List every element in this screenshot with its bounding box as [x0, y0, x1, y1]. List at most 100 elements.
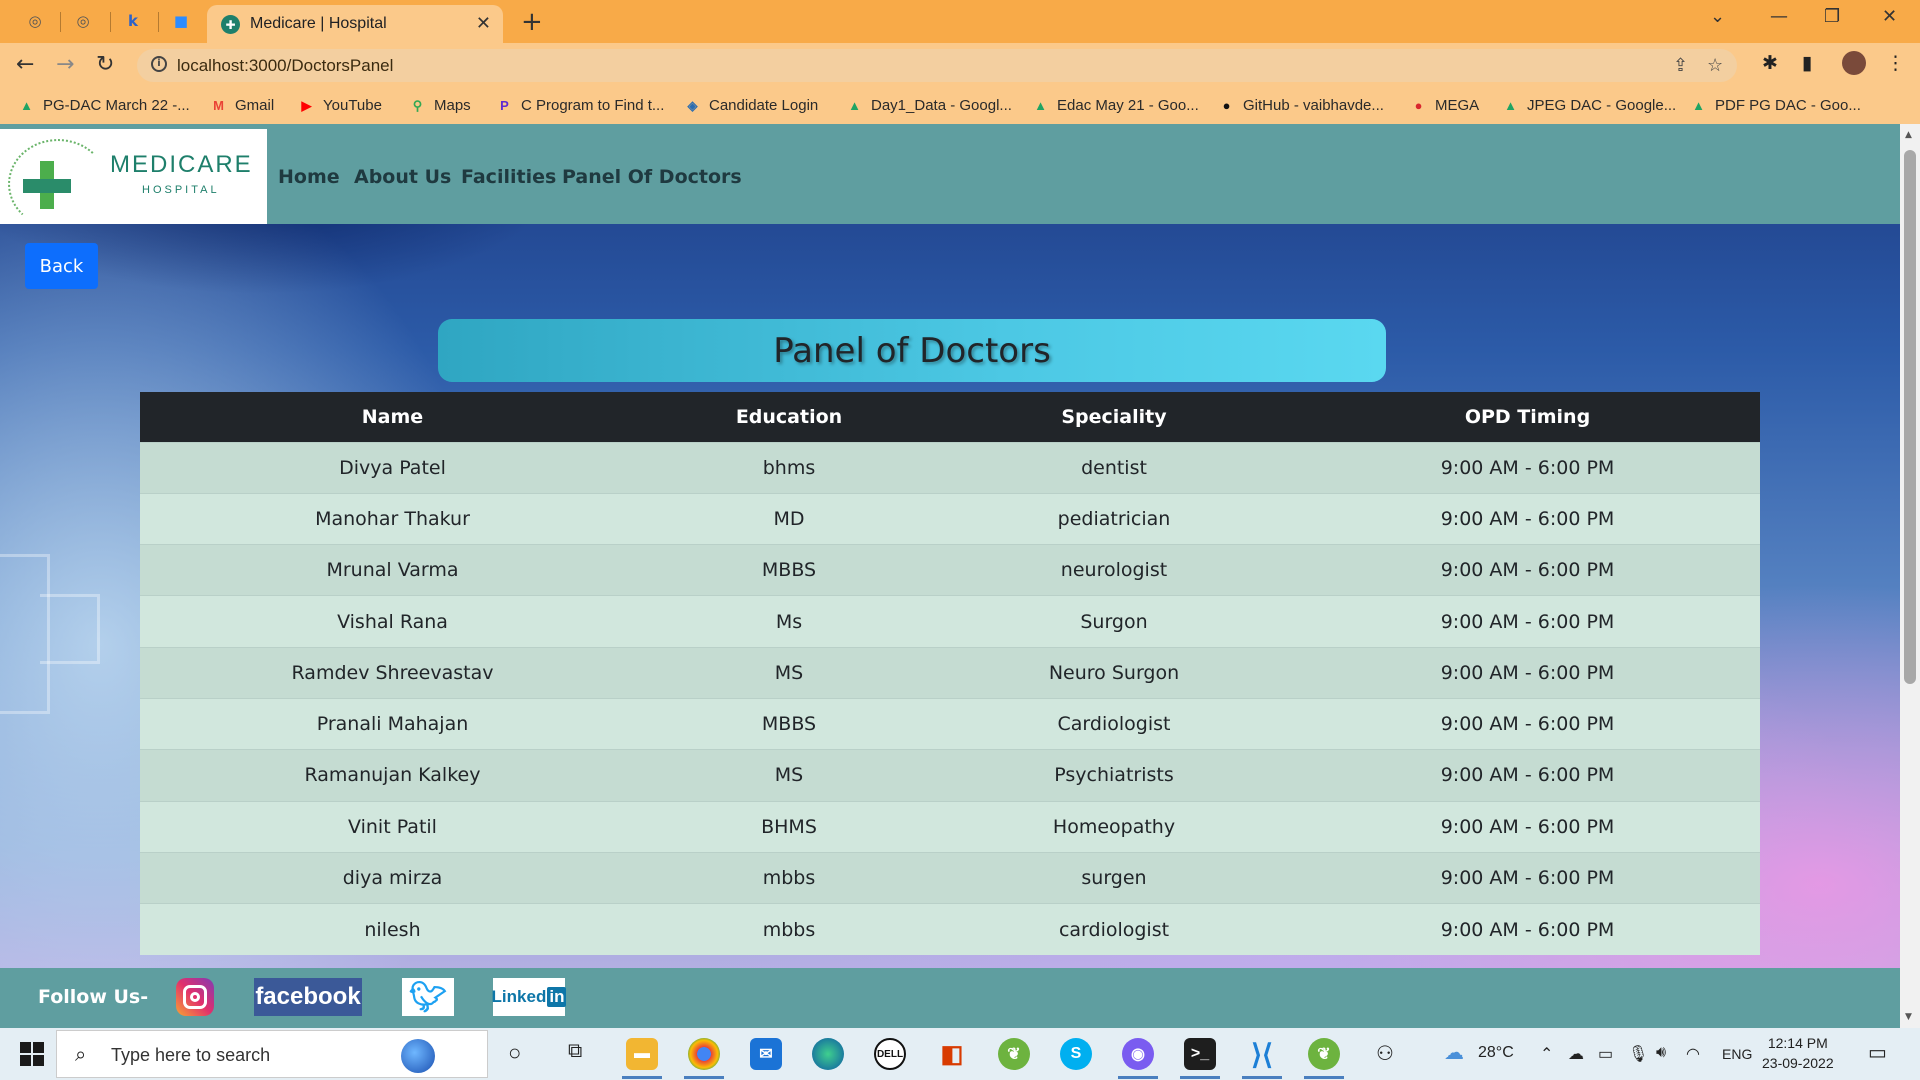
bookmark-item[interactable]: M Gmail	[210, 97, 274, 114]
table-row: Vishal Rana Ms Surgon 9:00 AM - 6:00 PM	[140, 595, 1760, 648]
notifications-icon[interactable]: ▭	[1868, 1040, 1887, 1065]
profile-avatar[interactable]	[1842, 51, 1866, 75]
cell-name: Vinit Patil	[140, 800, 645, 853]
bookmark-item[interactable]: ▲ Day1_Data - Googl...	[846, 97, 1012, 114]
browser-menu-icon[interactable]: ⋮	[1886, 52, 1905, 74]
spring-boot-icon[interactable]: ❦	[1308, 1038, 1340, 1070]
close-tab-icon[interactable]: ✕	[476, 13, 491, 34]
task-view-icon[interactable]: ⧉	[568, 1040, 582, 1063]
minimize-icon[interactable]: —	[1770, 6, 1788, 27]
dell-icon[interactable]: DELL	[874, 1038, 906, 1070]
windows-start-icon[interactable]	[20, 1042, 44, 1066]
office-icon[interactable]: ◧	[936, 1038, 968, 1070]
edge-icon[interactable]	[812, 1038, 844, 1070]
microphone-icon[interactable]: 🎙︎	[1628, 1044, 1648, 1064]
youtube-icon: ▶	[301, 98, 312, 113]
page-title-banner: Panel of Doctors	[438, 319, 1386, 382]
system-clock[interactable]: 12:14 PM 23-09-2022	[1762, 1033, 1834, 1073]
restore-icon[interactable]: ❐	[1824, 6, 1840, 27]
reload-icon[interactable]: ↻	[96, 52, 114, 77]
bookmark-item[interactable]: ▶ YouTube	[298, 97, 382, 114]
logo-title: MEDICARE	[110, 151, 253, 178]
spring-tool-icon[interactable]: ❦	[998, 1038, 1030, 1070]
nav-panel-of-doctors[interactable]: Panel Of Doctors	[562, 166, 742, 188]
clock-date: 23-09-2022	[1762, 1055, 1834, 1071]
volume-icon[interactable]: 🔊︎	[1656, 1044, 1666, 1062]
search-placeholder[interactable]: Type here to search	[111, 1045, 270, 1066]
file-explorer-icon[interactable]: ▬	[626, 1038, 658, 1070]
back-arrow-icon[interactable]: ←	[16, 52, 34, 77]
omnibox[interactable]: i localhost:3000/DoctorsPanel ⇪ ☆	[137, 49, 1737, 82]
close-window-icon[interactable]: ✕	[1882, 6, 1897, 27]
chrome-tab-icon[interactable]: ◎	[70, 8, 96, 34]
bookmark-item[interactable]: ● GitHub - vaibhavde...	[1218, 97, 1384, 114]
nav-about-us[interactable]: About Us	[354, 166, 451, 188]
bookmark-item[interactable]: ▲ Edac May 21 - Goo...	[1032, 97, 1199, 114]
screen-recorder-icon[interactable]: ◉	[1122, 1038, 1154, 1070]
cell-opd-timing: 9:00 AM - 6:00 PM	[1295, 595, 1760, 648]
cell-speciality: Surgon	[933, 595, 1295, 648]
tab-medicare[interactable]: ✚ Medicare | Hospital ✕	[207, 5, 503, 43]
logo-cross-icon	[23, 179, 71, 193]
side-panel-icon[interactable]: ▮	[1802, 52, 1812, 74]
people-icon[interactable]: ⚇	[1376, 1041, 1394, 1066]
chrome-icon[interactable]	[688, 1038, 720, 1070]
bookmark-item[interactable]: PC Program to Find t...	[496, 97, 664, 114]
share-icon[interactable]: ⇪	[1673, 55, 1688, 76]
bookmark-item[interactable]: ◈ Candidate Login	[684, 97, 819, 114]
decorative-cross	[40, 594, 100, 664]
page-scrollbar[interactable]: ▲ ▼	[1900, 124, 1920, 1028]
facebook-link[interactable]: facebook	[254, 978, 362, 1016]
k-tab-icon[interactable]: k	[120, 8, 146, 34]
bookmark-item[interactable]: ● MEGA	[1410, 97, 1480, 114]
twitter-icon[interactable]: 🐦︎	[402, 978, 454, 1016]
mail-icon[interactable]: ✉	[750, 1038, 782, 1070]
nav-home[interactable]: Home	[278, 166, 340, 188]
tab-search-icon[interactable]: ⌄	[1710, 6, 1725, 27]
linkedin-link[interactable]: Linked in	[492, 978, 567, 1016]
weather-icon[interactable]: ☁	[1444, 1040, 1464, 1065]
site-info-icon[interactable]: i	[151, 56, 167, 72]
zoom-tab-icon[interactable]: ■	[168, 8, 194, 34]
chrome-tab-icon[interactable]: ◎	[22, 8, 48, 34]
bookmark-star-icon[interactable]: ☆	[1707, 55, 1723, 76]
forward-arrow-icon[interactable]: →	[56, 52, 74, 77]
skype-icon[interactable]: S	[1060, 1038, 1092, 1070]
taskbar-search[interactable]: ⌕ Type here to search	[56, 1030, 488, 1078]
cortana-icon[interactable]: ○	[508, 1040, 521, 1066]
language-indicator[interactable]: ENG	[1722, 1046, 1752, 1062]
bookmark-item[interactable]: ▲ PDF PG DAC - Goo...	[1690, 97, 1861, 114]
terminal-icon[interactable]: >_	[1184, 1038, 1216, 1070]
table-row: nilesh mbbs cardiologist 9:00 AM - 6:00 PM	[140, 903, 1760, 955]
extensions-icon[interactable]: ✱	[1762, 52, 1778, 74]
battery-icon[interactable]: ▭	[1598, 1044, 1613, 1064]
cell-speciality: dentist	[933, 441, 1295, 494]
scroll-down-icon[interactable]: ▼	[1905, 1012, 1912, 1022]
medicare-logo[interactable]: MEDICARE HOSPITAL	[0, 129, 267, 229]
running-indicator	[1304, 1076, 1344, 1079]
temperature[interactable]: 28°C	[1478, 1044, 1514, 1062]
tray-chevron-icon[interactable]: ⌃	[1540, 1044, 1553, 1064]
cell-education: mbbs	[645, 903, 933, 955]
bookmark-item[interactable]: ▲ PG-DAC March 22 -...	[18, 97, 190, 114]
url-text[interactable]: localhost:3000/DoctorsPanel	[177, 56, 393, 76]
bookmark-item[interactable]: ▲ JPEG DAC - Google...	[1502, 97, 1676, 114]
onedrive-icon[interactable]: ☁	[1568, 1044, 1584, 1064]
search-highlight-icon[interactable]	[401, 1039, 435, 1073]
instagram-icon[interactable]	[176, 978, 214, 1016]
bookmark-item[interactable]: ⚲ Maps	[409, 97, 471, 114]
scroll-up-icon[interactable]: ▲	[1905, 130, 1912, 140]
vscode-icon[interactable]: ⟩⟨	[1246, 1038, 1278, 1070]
cell-opd-timing: 9:00 AM - 6:00 PM	[1295, 800, 1760, 853]
new-tab-icon[interactable]: +	[521, 7, 543, 37]
linkedin-badge: in	[547, 987, 567, 1007]
wifi-icon[interactable]: ◠	[1686, 1044, 1700, 1064]
cell-speciality: surgen	[933, 851, 1295, 904]
nav-facilities[interactable]: Facilities	[461, 166, 556, 188]
tab-divider	[60, 12, 61, 32]
back-button[interactable]: Back	[25, 243, 98, 289]
scrollbar-thumb[interactable]	[1904, 150, 1916, 684]
column-header-name: Name	[140, 392, 645, 442]
running-indicator	[1242, 1076, 1282, 1079]
cell-opd-timing: 9:00 AM - 6:00 PM	[1295, 646, 1760, 699]
